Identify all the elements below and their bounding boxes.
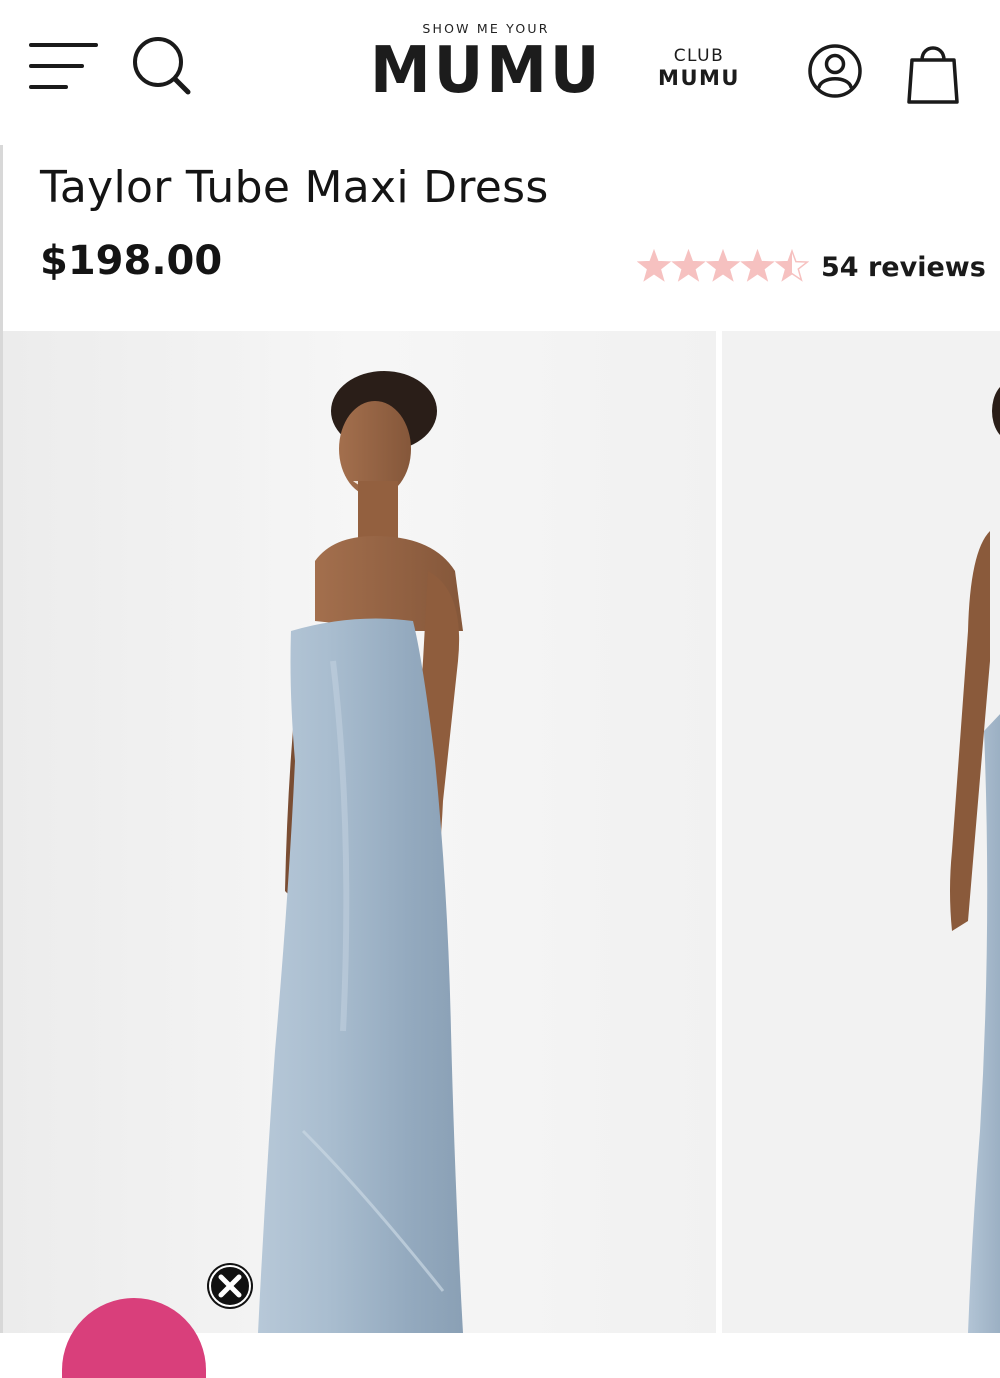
product-image-main[interactable] bbox=[0, 331, 716, 1333]
star-icons bbox=[636, 248, 810, 282]
close-x-icon[interactable] bbox=[206, 1262, 254, 1310]
shopping-bag-icon[interactable] bbox=[904, 40, 962, 106]
star-icon bbox=[774, 248, 810, 282]
star-icon bbox=[636, 248, 672, 282]
search-icon[interactable] bbox=[128, 34, 194, 98]
account-icon[interactable] bbox=[806, 42, 864, 100]
star-icon bbox=[671, 248, 706, 282]
product-rating[interactable]: 54 reviews bbox=[636, 247, 986, 287]
club-label: CLUB bbox=[673, 46, 725, 66]
star-icon bbox=[740, 248, 775, 282]
brand-logo[interactable]: SHOW ME YOUR MUMU bbox=[370, 20, 602, 112]
site-header: SHOW ME YOUR MUMU CLUB MUMU bbox=[0, 0, 1000, 145]
logo-wordmark: MUMU bbox=[370, 33, 603, 108]
rating-stars bbox=[636, 248, 810, 285]
product-image-second[interactable] bbox=[722, 331, 1000, 1333]
product-title: Taylor Tube Maxi Dress bbox=[40, 162, 549, 213]
reviews-link[interactable]: 54 reviews bbox=[821, 252, 986, 283]
club-mumu-link[interactable]: CLUB MUMU bbox=[650, 46, 748, 91]
star-icon bbox=[705, 248, 741, 282]
product-image-gallery[interactable] bbox=[0, 331, 1000, 1333]
product-price: $198.00 bbox=[40, 238, 223, 284]
hamburger-menu-icon[interactable] bbox=[28, 40, 100, 92]
product-info: Taylor Tube Maxi Dress $198.00 54 review… bbox=[0, 145, 1000, 331]
club-wordmark: MUMU bbox=[658, 66, 740, 90]
